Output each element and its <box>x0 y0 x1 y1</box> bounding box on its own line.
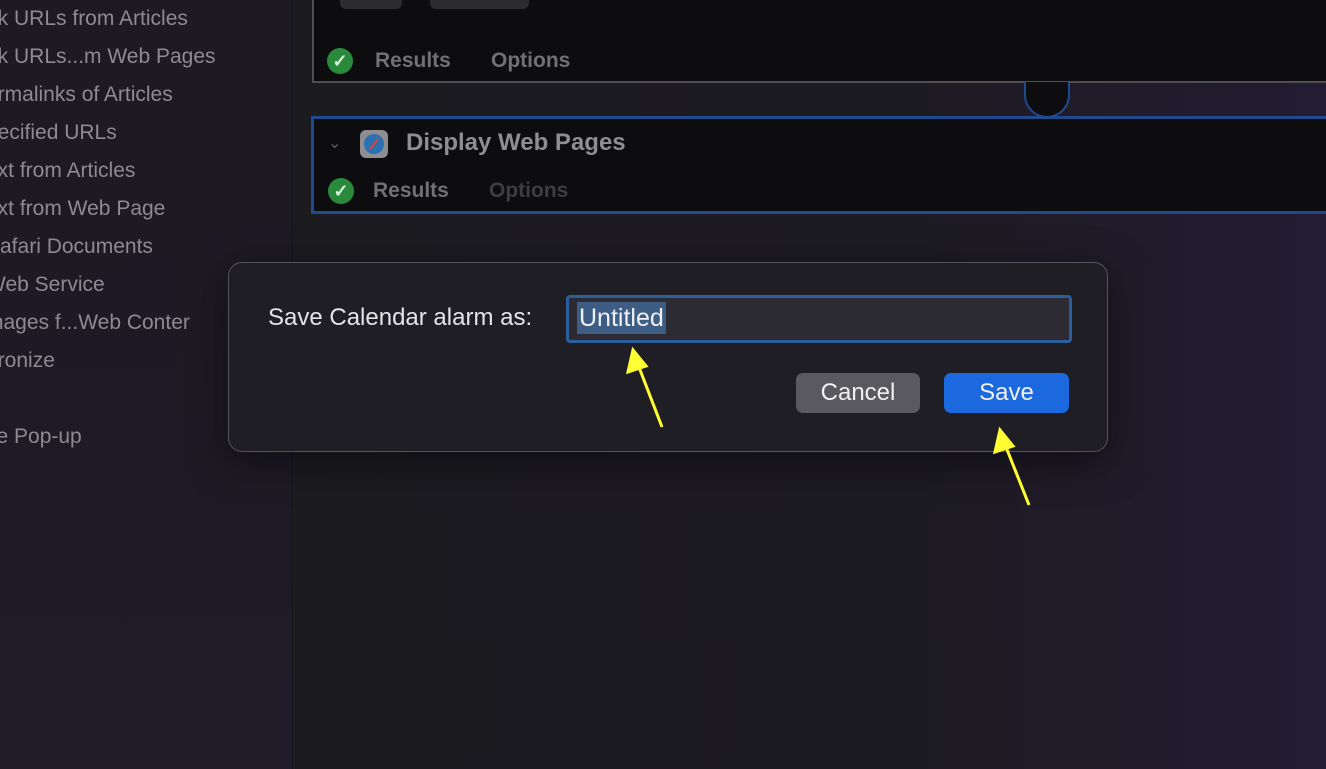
action-title: Display Web Pages <box>406 129 626 156</box>
sidebar-item[interactable]: Web Service <box>0 266 105 304</box>
cancel-button[interactable]: Cancel <box>796 373 920 413</box>
options-tab[interactable]: Options <box>489 179 568 203</box>
remove-button[interactable]: Remove <box>430 0 529 9</box>
sidebar-item[interactable]: nk URLs...m Web Pages <box>0 38 216 76</box>
save-as-label: Save Calendar alarm as: <box>268 304 533 331</box>
sidebar-item[interactable]: pecified URLs <box>0 114 117 152</box>
safari-icon <box>360 130 388 158</box>
save-button[interactable]: Save <box>944 373 1069 413</box>
sidebar-item[interactable]: aronize <box>0 342 55 380</box>
save-dialog: Save Calendar alarm as: Untitled Cancel … <box>228 262 1108 452</box>
results-tab[interactable]: Results <box>375 49 451 73</box>
sidebar-item[interactable]: ext from Web Page <box>0 190 165 228</box>
sidebar-item[interactable]: nk URLs from Articles <box>0 0 188 38</box>
name-input[interactable]: Untitled <box>566 295 1072 343</box>
add-button[interactable]: Add <box>340 0 402 9</box>
sidebar-item[interactable]: ermalinks of Articles <box>0 76 173 114</box>
action-block[interactable]: Add Remove ✓ Results Options <box>312 0 1326 83</box>
sidebar-item[interactable]: mages f...Web Conter <box>0 304 190 342</box>
results-tab[interactable]: Results <box>373 179 449 203</box>
options-tab[interactable]: Options <box>491 49 570 73</box>
action-block-display-web-pages[interactable]: ⌄ Display Web Pages ✓ Results Options <box>311 116 1326 214</box>
sidebar-item[interactable]: Safari Documents <box>0 228 153 266</box>
checkmark-icon: ✓ <box>327 48 353 74</box>
checkmark-icon: ✓ <box>328 178 354 204</box>
name-input-value: Untitled <box>577 302 666 334</box>
sidebar-item[interactable]: ext from Articles <box>0 152 135 190</box>
sidebar-item[interactable]: ite Pop-up <box>0 418 82 456</box>
chevron-down-icon[interactable]: ⌄ <box>328 133 341 153</box>
